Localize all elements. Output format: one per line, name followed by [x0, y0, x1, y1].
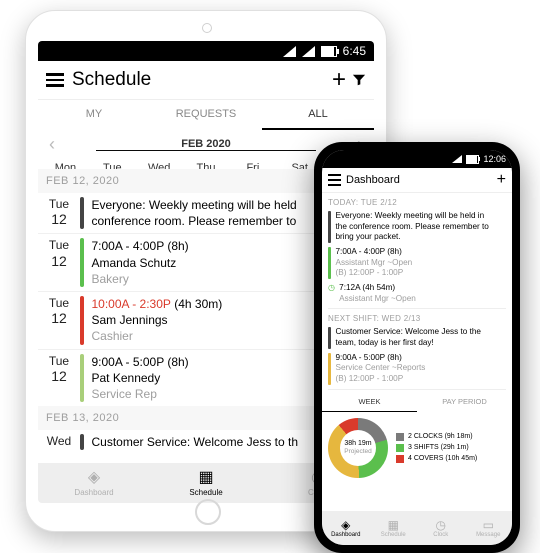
page-title: Schedule: [72, 69, 332, 91]
clockin-role: Assistant Mgr ~Open: [339, 294, 416, 305]
nav-message[interactable]: ▭Message: [465, 511, 513, 545]
list-item-shift[interactable]: 9:00A - 5:00P (8h) Service Center ~Repor…: [328, 353, 506, 385]
tab-my[interactable]: MY: [38, 100, 150, 130]
nav-schedule[interactable]: ▦Schedule: [370, 511, 418, 545]
legend-item: 4 COVERS (10h 45m): [396, 455, 506, 463]
message-icon: ▭: [483, 519, 494, 531]
entry-break: (B) 12:00P - 1:00P: [336, 268, 507, 279]
entry-date: Tue12: [38, 197, 80, 229]
entry-date: Tue12: [38, 354, 80, 403]
signal-icon: [452, 155, 462, 163]
phone-bottom-nav: ◈Dashboard ▦Schedule ◷Clock ▭Message: [322, 511, 512, 545]
summary-tabs: WEEK PAY PERIOD: [322, 392, 512, 412]
menu-icon[interactable]: [46, 73, 64, 87]
entry-color-bar: [80, 296, 84, 345]
entry-color-bar: [328, 327, 331, 348]
battery-icon: [466, 155, 479, 164]
hours-chart: 38h 19m Projected 2 CLOCKS (9h 18m) 3 SH…: [322, 412, 512, 484]
phone-device: 12:06 Dashboard + TODAY: TUE 2/12 Everyo…: [314, 142, 520, 553]
list-item-note[interactable]: Everyone: Weekly meeting will be held in…: [328, 211, 506, 243]
donut-chart: 38h 19m Projected: [328, 418, 388, 478]
clock-icon: ◷: [436, 519, 446, 531]
next-shift-label: NEXT SHIFT: WED 2/13: [328, 309, 506, 325]
entry-break: (B) 12:00P - 1:00P: [336, 374, 507, 385]
filter-icon[interactable]: [352, 73, 366, 87]
dashboard-icon: ◈: [88, 470, 100, 486]
tab-pay-period[interactable]: PAY PERIOD: [417, 392, 512, 412]
tab-all[interactable]: ALL: [262, 100, 374, 130]
entry-color-bar: [328, 247, 331, 279]
tablet-top-bar: Schedule +: [38, 61, 374, 100]
list-item-note[interactable]: Customer Service: Welcome Jess to the te…: [328, 327, 506, 348]
legend-item: 3 SHIFTS (29h 1m): [396, 444, 506, 452]
status-time: 12:06: [483, 154, 506, 164]
tablet-status-bar: 6:45: [38, 41, 374, 61]
entry-color-bar: [80, 434, 84, 450]
nav-dashboard[interactable]: ◈Dashboard: [322, 511, 370, 545]
legend-swatch: [396, 444, 404, 452]
month-label[interactable]: FEB 2020: [96, 138, 316, 151]
legend-item: 2 CLOCKS (9h 18m): [396, 433, 506, 441]
clock-icon: ◷: [328, 283, 335, 304]
list-item-shift[interactable]: 7:00A - 4:00P (8h) Assistant Mgr ~Open (…: [328, 247, 506, 279]
entry-date: Tue12: [38, 238, 80, 287]
list-item-clockin[interactable]: ◷ 7:12A (4h 54m) Assistant Mgr ~Open: [328, 283, 506, 304]
entry-date: Wed: [38, 434, 80, 450]
phone-top-bar: Dashboard +: [322, 168, 512, 193]
nav-schedule[interactable]: ▦Schedule: [150, 463, 262, 503]
entry-time: 7:00A - 4:00P (8h): [336, 247, 507, 258]
wifi-icon: [302, 46, 315, 57]
tab-requests[interactable]: REQUESTS: [150, 100, 262, 130]
signal-icon: [283, 46, 296, 57]
donut-center-label: Projected: [344, 448, 371, 455]
entry-role: Assistant Mgr ~Open: [336, 258, 507, 269]
entry-date: Tue12: [38, 296, 80, 345]
entry-color-bar: [328, 353, 331, 385]
phone-notch: [382, 150, 452, 164]
calendar-icon: ▦: [388, 519, 399, 531]
entry-color-bar: [80, 197, 84, 229]
calendar-icon: ▦: [198, 470, 213, 486]
entry-time: 9:00A - 5:00P (8h): [336, 353, 507, 364]
add-button[interactable]: +: [332, 66, 346, 94]
chart-legend: 2 CLOCKS (9h 18m) 3 SHIFTS (29h 1m) 4 CO…: [396, 430, 506, 466]
tablet-camera: [202, 23, 212, 33]
status-time: 6:45: [343, 44, 366, 58]
entry-color-bar: [80, 354, 84, 403]
menu-icon[interactable]: [328, 174, 341, 186]
entry-role: Service Center ~Reports: [336, 363, 507, 374]
schedule-tabs: MY REQUESTS ALL: [38, 100, 374, 130]
entry-color-bar: [328, 211, 331, 243]
donut-center-value: 38h 19m: [344, 440, 371, 448]
add-button[interactable]: +: [497, 171, 506, 189]
dashboard-icon: ◈: [341, 519, 350, 531]
tab-week[interactable]: WEEK: [322, 392, 417, 412]
nav-dashboard[interactable]: ◈Dashboard: [38, 463, 150, 503]
today-label: TODAY: TUE 2/12: [328, 193, 506, 209]
divider: [328, 389, 506, 390]
battery-icon: [321, 46, 337, 57]
legend-swatch: [396, 433, 404, 441]
tablet-home-button[interactable]: [195, 499, 221, 525]
clockin-time: 7:12A (4h 54m): [339, 283, 416, 294]
nav-clock[interactable]: ◷Clock: [417, 511, 465, 545]
page-title: Dashboard: [346, 174, 497, 186]
entry-color-bar: [80, 238, 84, 287]
legend-swatch: [396, 455, 404, 463]
prev-month-button[interactable]: ‹: [38, 134, 66, 155]
